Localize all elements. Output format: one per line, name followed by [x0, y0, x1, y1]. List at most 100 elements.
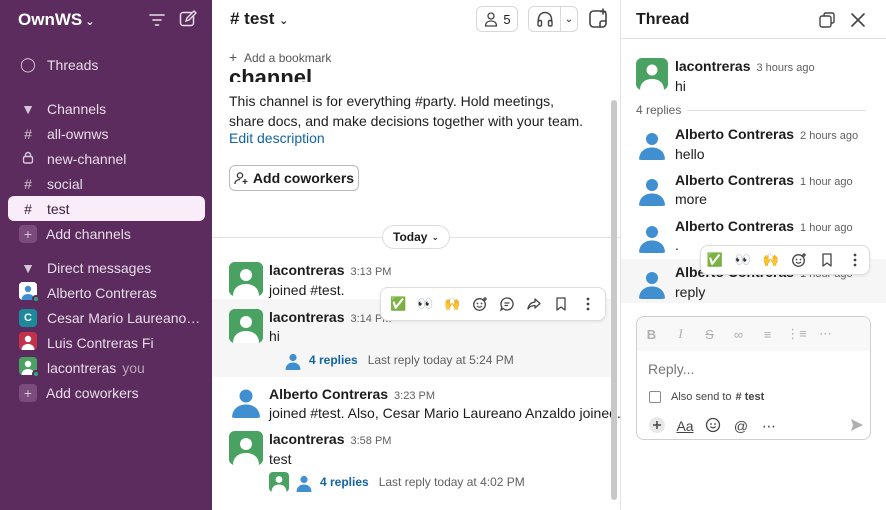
- message-author[interactable]: lacontreras 3:13 PM: [269, 262, 391, 278]
- message-time[interactable]: 3 hours ago: [756, 62, 814, 74]
- sidebar-item-social[interactable]: # social: [8, 171, 205, 196]
- dm-section-toggle[interactable]: ▼ Direct messages: [8, 255, 205, 280]
- sidebar-item-label: Add coworkers: [46, 384, 139, 401]
- react-check-button[interactable]: ✅: [388, 293, 410, 315]
- bulleted-list-icon[interactable]: ⋮≡: [782, 326, 811, 342]
- avatar: [636, 267, 668, 299]
- filter-icon[interactable]: [148, 11, 166, 29]
- react-eyes-button[interactable]: 👀: [415, 293, 437, 315]
- bookmark-icon[interactable]: [816, 249, 838, 271]
- message-author[interactable]: Alberto Contreras 1 hour ago: [675, 218, 853, 234]
- sidebar-item-dm-self[interactable]: lacontreras you: [8, 355, 205, 380]
- mention-icon[interactable]: @: [727, 418, 755, 434]
- italic-icon[interactable]: I: [666, 326, 695, 342]
- avatar: [636, 221, 668, 253]
- send-icon[interactable]: [849, 417, 865, 436]
- channel-title[interactable]: # test ⌄: [230, 9, 288, 29]
- thread-reply[interactable]: Alberto Contreras 1 hour ago more: [621, 168, 886, 212]
- sidebar-item-all-ownws[interactable]: # all-ownws: [8, 121, 205, 146]
- channels-section-toggle[interactable]: ▼ Channels: [8, 96, 205, 121]
- message-row[interactable]: lacontreras 3:58 PM test 4 replies Last r…: [212, 427, 612, 499]
- share-icon[interactable]: [523, 293, 545, 315]
- bold-icon[interactable]: B: [637, 327, 666, 342]
- formatting-toolbar: B I S ∞ ≡ ⋮≡ ⋯: [637, 317, 870, 351]
- message-text: more: [675, 191, 707, 207]
- message-time[interactable]: 3:58 PM: [350, 435, 391, 447]
- message-author[interactable]: lacontreras 3 hours ago: [675, 58, 815, 74]
- compose-icon[interactable]: [179, 10, 197, 28]
- last-reply-text: Last reply today at 5:24 PM: [367, 353, 514, 367]
- message-author[interactable]: Alberto Contreras 1 hour ago: [675, 172, 853, 188]
- thread-title: Thread: [636, 11, 690, 28]
- message-time[interactable]: 1 hour ago: [800, 176, 853, 188]
- chevron-down-icon: ⌄: [279, 15, 289, 27]
- react-eyes-button[interactable]: 👀: [732, 249, 754, 271]
- message-text: reply: [675, 284, 706, 300]
- scrollbar[interactable]: [611, 100, 617, 500]
- link-icon[interactable]: ∞: [724, 327, 753, 342]
- sidebar-item-label: Luis Contreras Fi: [47, 334, 154, 351]
- add-coworkers-button[interactable]: Add coworkers: [229, 165, 359, 191]
- chevron-down-icon[interactable]: ⌄: [561, 14, 577, 25]
- channel-panel: # test ⌄ 5 ⌄ + Add a bookmark channel Th…: [212, 0, 621, 510]
- add-coworkers-label: Add coworkers: [252, 170, 355, 186]
- ordered-list-icon[interactable]: ≡: [753, 327, 782, 342]
- date-divider-pill[interactable]: Today ⌄: [382, 225, 450, 249]
- huddle-button[interactable]: ⌄: [528, 6, 578, 32]
- sidebar-item-new-channel[interactable]: new-channel: [8, 146, 205, 171]
- message-time[interactable]: 1 hour ago: [800, 222, 853, 234]
- reply-in-thread-icon[interactable]: [496, 293, 518, 315]
- message-author[interactable]: lacontreras 3:14 PM: [269, 309, 391, 325]
- thread-parent-message[interactable]: lacontreras 3 hours ago hi: [621, 54, 886, 98]
- emoji-icon[interactable]: [699, 417, 727, 436]
- sidebar-item-dm-luis[interactable]: Luis Contreras Fi: [8, 330, 205, 355]
- reply-count-link[interactable]: 4 replies: [320, 475, 369, 489]
- channel-name: # test: [230, 9, 275, 28]
- popout-icon[interactable]: [818, 11, 836, 29]
- react-raised-hands-button[interactable]: 🙌: [442, 293, 464, 315]
- message-time[interactable]: 3:23 PM: [394, 390, 435, 402]
- edit-description-link[interactable]: Edit description: [229, 130, 325, 146]
- add-channels-button[interactable]: + Add channels: [8, 221, 205, 246]
- canvas-icon[interactable]: [586, 7, 610, 31]
- message-author[interactable]: Alberto Contreras 3:23 PM: [269, 386, 435, 402]
- react-raised-hands-button[interactable]: 🙌: [760, 249, 782, 271]
- more-icon[interactable]: ⋯: [755, 418, 783, 435]
- sidebar-item-label: new-channel: [47, 150, 127, 167]
- message-author[interactable]: lacontreras 3:58 PM: [269, 431, 391, 447]
- also-send-toggle[interactable]: Also send to # test: [649, 391, 764, 403]
- thread-reply[interactable]: Alberto Contreras 2 hours ago hello: [621, 122, 886, 166]
- add-coworkers-button[interactable]: + Add coworkers: [8, 380, 205, 405]
- close-icon[interactable]: [849, 11, 867, 29]
- also-send-checkbox[interactable]: [649, 391, 661, 403]
- thread-header-divider: [621, 38, 886, 39]
- more-actions-icon[interactable]: [844, 249, 866, 271]
- strikethrough-icon[interactable]: S: [695, 327, 724, 342]
- more-actions-icon[interactable]: [577, 293, 599, 315]
- more-formatting-icon[interactable]: ⋯: [811, 326, 840, 342]
- reply-count-link[interactable]: 4 replies: [309, 353, 358, 367]
- message-time[interactable]: 2 hours ago: [800, 130, 858, 142]
- headphones-icon: [529, 7, 561, 31]
- add-reaction-icon[interactable]: [469, 293, 491, 315]
- sidebar-item-label: Add channels: [46, 225, 131, 242]
- plus-icon[interactable]: [643, 416, 671, 437]
- message-author[interactable]: Alberto Contreras 2 hours ago: [675, 126, 858, 142]
- reply-input[interactable]: [648, 361, 858, 377]
- react-check-button[interactable]: ✅: [704, 249, 726, 271]
- message-time[interactable]: 3:13 PM: [350, 266, 391, 278]
- sidebar-item-threads[interactable]: ◯ Threads: [8, 52, 205, 77]
- members-button[interactable]: 5: [476, 6, 518, 32]
- text-format-icon[interactable]: Aa: [671, 418, 699, 434]
- sidebar-item-label: social: [47, 175, 83, 192]
- workspace-switcher[interactable]: OwnWS ⌄: [18, 10, 94, 30]
- sidebar-item-dm-alberto[interactable]: Alberto Contreras: [8, 280, 205, 305]
- sidebar-item-test[interactable]: # test: [8, 196, 205, 221]
- thread-summary[interactable]: 4 replies Last reply today at 4:02 PM: [269, 472, 525, 492]
- add-reaction-icon[interactable]: [788, 249, 810, 271]
- sidebar-item-label: lacontreras: [47, 359, 117, 376]
- bookmark-icon[interactable]: [550, 293, 572, 315]
- sidebar-item-dm-cesar[interactable]: C Cesar Mario Laureano A...: [8, 305, 205, 330]
- message-row[interactable]: Alberto Contreras 3:23 PM joined #test. A…: [212, 378, 621, 426]
- thread-summary[interactable]: 4 replies Last reply today at 5:24 PM: [269, 350, 514, 370]
